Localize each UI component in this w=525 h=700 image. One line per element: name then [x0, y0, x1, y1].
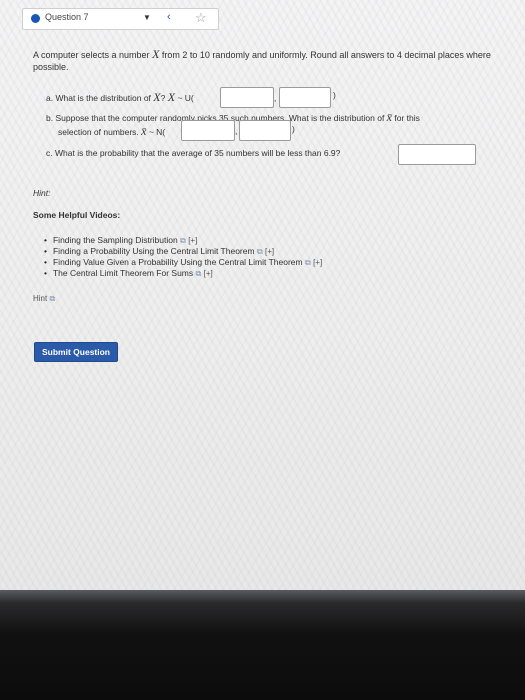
- question-dropdown-icon[interactable]: ▼: [143, 13, 151, 22]
- part-a-sep: ,: [274, 93, 277, 103]
- part-b-sep: ,: [235, 126, 238, 136]
- external-link-icon: ⧉: [304, 258, 311, 267]
- hint-link-label[interactable]: Hint: [33, 294, 47, 303]
- question-prompt: A computer selects a number X from 2 to …: [33, 48, 503, 73]
- prev-question-icon[interactable]: ‹: [167, 11, 171, 23]
- question-nav[interactable]: Question 7 ▼ ‹ ☆: [22, 8, 219, 30]
- video-item[interactable]: Finding Value Given a Probability Using …: [44, 257, 322, 268]
- part-a-max-input[interactable]: [279, 87, 331, 108]
- part-c-label: c.: [46, 148, 53, 158]
- submit-button[interactable]: Submit Question: [34, 342, 118, 362]
- video-item[interactable]: Finding the Sampling Distribution ⧉ [+]: [44, 235, 322, 246]
- status-dot-icon: [31, 14, 40, 23]
- part-c-text: What is the probability that the average…: [55, 148, 341, 158]
- videos-title: Some Helpful Videos:: [33, 210, 121, 220]
- part-c-input[interactable]: [398, 144, 476, 165]
- part-a-var-q: X: [153, 90, 161, 104]
- expand-toggle[interactable]: [+]: [313, 258, 322, 267]
- external-link-icon: ⧉: [256, 247, 263, 256]
- favorite-icon[interactable]: ☆: [195, 10, 207, 26]
- video-item[interactable]: Finding a Probability Using the Central …: [44, 246, 322, 257]
- monitor-bezel: [0, 590, 525, 700]
- part-a-text: What is the distribution of: [55, 93, 154, 103]
- expand-toggle[interactable]: [+]: [265, 247, 274, 256]
- part-a-qmark: ?: [160, 93, 166, 103]
- part-b-close: ): [292, 124, 295, 134]
- part-b-text2: selection of numbers.: [58, 127, 142, 137]
- video-link[interactable]: Finding a Probability Using the Central …: [53, 246, 255, 256]
- external-link-icon: ⧉: [195, 269, 202, 278]
- external-link-icon: ⧉: [49, 294, 56, 303]
- prompt-text-1: A computer selects a number: [33, 50, 153, 60]
- part-a-close: ): [333, 90, 336, 100]
- question-title: Question 7: [45, 12, 89, 22]
- part-b-tilde: ~ N(: [146, 127, 166, 137]
- expand-toggle[interactable]: [+]: [188, 236, 197, 245]
- video-link[interactable]: The Central Limit Theorem For Sums: [53, 268, 193, 278]
- part-a-var: X: [167, 90, 176, 104]
- video-list: Finding the Sampling Distribution ⧉ [+] …: [44, 235, 322, 279]
- part-b-mean-input[interactable]: [181, 120, 235, 141]
- part-a-label: a.: [46, 93, 54, 103]
- external-link-icon: ⧉: [180, 236, 186, 245]
- part-a: a. What is the distribution of X? X ~ U(: [46, 90, 194, 105]
- video-item[interactable]: The Central Limit Theorem For Sums ⧉ [+]: [44, 268, 322, 279]
- video-link[interactable]: Finding Value Given a Probability Using …: [53, 257, 303, 267]
- video-link[interactable]: Finding the Sampling Distribution: [53, 235, 178, 245]
- part-a-min-input[interactable]: [220, 87, 274, 108]
- part-c: c. What is the probability that the aver…: [46, 148, 340, 158]
- part-b-sd-input[interactable]: [239, 120, 291, 141]
- part-b-line2: selection of numbers. x̄ ~ N(: [58, 124, 165, 139]
- part-b-text-end: for this: [392, 113, 420, 123]
- hint-link[interactable]: Hint ⧉: [33, 294, 55, 304]
- screen: Question 7 ▼ ‹ ☆ A computer selects a nu…: [0, 0, 525, 600]
- part-a-tilde: ~ U(: [175, 93, 194, 103]
- hint-title: Hint:: [33, 188, 51, 198]
- expand-toggle[interactable]: [+]: [204, 269, 213, 278]
- part-b-label: b.: [46, 113, 54, 123]
